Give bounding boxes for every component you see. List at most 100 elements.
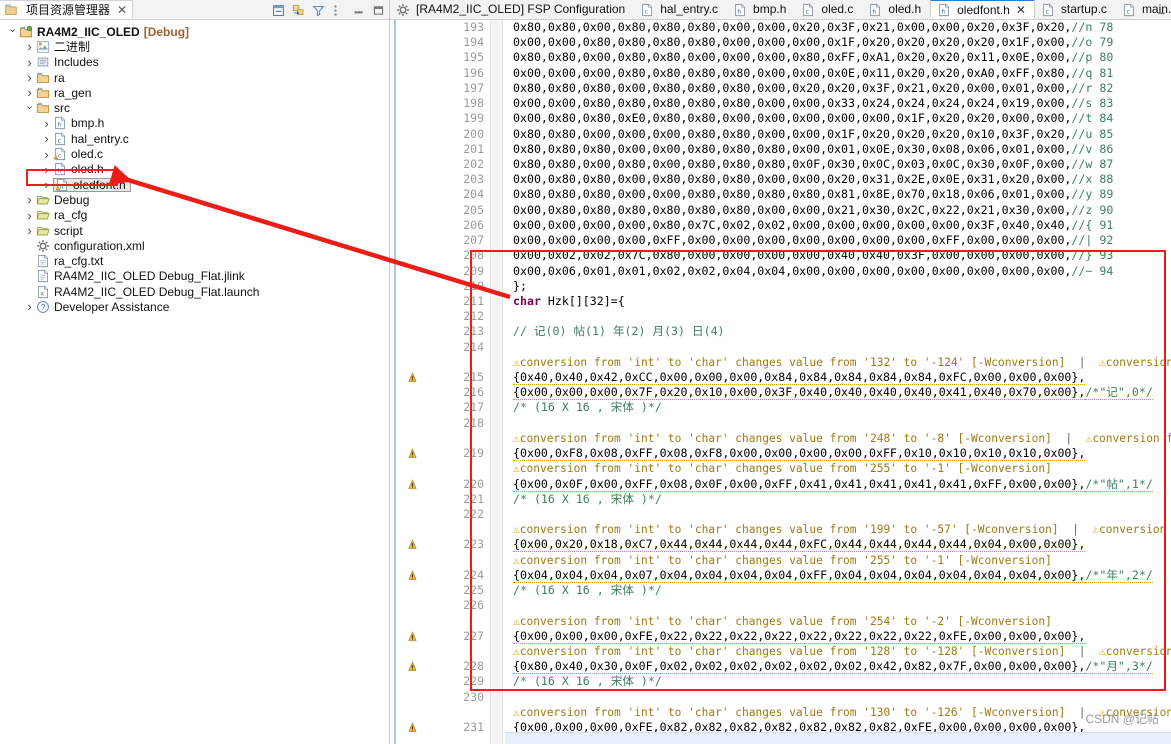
tree-item-oled.c[interactable]: coled.c	[0, 146, 389, 161]
code-line-hex-data[interactable]: {0x00,0x0F,0x00,0xFF,0x08,0x0F,0x00,0xFF…	[513, 477, 1171, 492]
code-line[interactable]: };	[513, 279, 1171, 294]
editor-tab-startup.c[interactable]: cstartup.c	[1035, 0, 1116, 19]
editor-tab-hal_entry.c[interactable]: chal_entry.c	[634, 0, 727, 19]
warning-icon	[408, 448, 417, 459]
code-line-hex-data[interactable]: 0x00,0x02,0x02,0x7C,0x80,0x00,0x00,0x00,…	[513, 248, 1171, 263]
code-line-hex-data[interactable]: 0x00,0x00,0x00,0x00,0x80,0x7C,0x02,0x02,…	[513, 218, 1171, 233]
code-line-hex-data[interactable]: 0x80,0x80,0x00,0x80,0x00,0x80,0x80,0x80,…	[513, 157, 1171, 172]
code-line-hex-data[interactable]: {0x00,0x20,0x18,0xC7,0x44,0x44,0x44,0x44…	[513, 537, 1171, 552]
code-line-hex-data[interactable]: {0x04,0x04,0x04,0x07,0x04,0x04,0x04,0x04…	[513, 568, 1171, 583]
code-line-hex-data[interactable]: 0x00,0x00,0x00,0x80,0x80,0x80,0x80,0x00,…	[513, 66, 1171, 81]
code-line-hex-data[interactable]: 0x00,0x00,0x80,0x80,0x80,0x80,0x80,0x00,…	[513, 96, 1171, 111]
warning-icon: ⚠	[513, 462, 520, 475]
chevron-right-icon[interactable]	[23, 40, 36, 53]
tree-item-ra4m2_iic_oled-debug_flat.jlink[interactable]: RA4M2_IIC_OLED Debug_Flat.jlink	[0, 269, 389, 284]
filter-icon[interactable]	[312, 4, 325, 17]
chevron-right-icon[interactable]	[23, 56, 36, 69]
code-line-hex-data[interactable]: 0x00,0x80,0x80,0xE0,0x80,0x80,0x00,0x00,…	[513, 111, 1171, 126]
tree-item-oled.h[interactable]: holed.h	[0, 162, 389, 177]
code-line-hex-data[interactable]: 0x00,0x80,0x80,0x80,0x80,0x80,0x80,0x00,…	[513, 203, 1171, 218]
editor-tab-oled.c[interactable]: coled.c	[795, 0, 862, 19]
code-line-hex-data[interactable]: 0x80,0x80,0x00,0x80,0x80,0x00,0x00,0x00,…	[513, 50, 1171, 65]
code-line-empty[interactable]	[513, 690, 1171, 705]
tree-item-label: Developer Assistance	[54, 300, 169, 314]
code-line-empty[interactable]	[513, 416, 1171, 431]
link-with-editor-icon[interactable]	[292, 4, 305, 17]
code-line-hex-data[interactable]: 0x80,0x80,0x80,0x00,0x00,0x80,0x80,0x80,…	[513, 187, 1171, 202]
editor-tabbar[interactable]: [RA4M2_IIC_OLED] FSP Configurationchal_e…	[390, 0, 1171, 20]
tree-item-ra_gen[interactable]: ra_gen	[0, 85, 389, 100]
close-icon[interactable]: ✕	[117, 4, 127, 16]
chevron-right-icon[interactable]	[40, 178, 53, 191]
tree-item-includes[interactable]: Includes	[0, 55, 389, 70]
tree-item-ra[interactable]: ra	[0, 70, 389, 85]
view-menu-icon[interactable]	[332, 4, 345, 17]
line-number: 206	[405, 218, 484, 233]
chevron-right-icon[interactable]	[23, 71, 36, 84]
code-line-hex-data[interactable]: 0x80,0x80,0x80,0x00,0x00,0x80,0x80,0x80,…	[513, 142, 1171, 157]
chevron-right-icon[interactable]	[40, 148, 53, 161]
tree-item-ra4m2_iic_oled-debug_flat.launch[interactable]: xRA4M2_IIC_OLED Debug_Flat.launch	[0, 284, 389, 299]
code-line-hex-data[interactable]: 0x00,0x80,0x80,0x00,0x80,0x80,0x80,0x00,…	[513, 172, 1171, 187]
chevron-right-icon[interactable]	[23, 193, 36, 206]
chevron-right-icon[interactable]	[23, 86, 36, 99]
tree-item-ra_cfg.txt[interactable]: ra_cfg.txt	[0, 253, 389, 268]
code-line-hex-data[interactable]: {0x00,0x00,0x00,0xFE,0x22,0x22,0x22,0x22…	[513, 629, 1171, 644]
tree-item-src[interactable]: src	[0, 100, 389, 115]
chevron-right-icon[interactable]	[23, 300, 36, 313]
code-line-comment[interactable]: /* (16 X 16 , 宋体 )*/	[513, 583, 1171, 598]
editor-tab-oledfont.h[interactable]: holedfont.h✕	[930, 0, 1035, 19]
code-line-comment[interactable]: /* (16 X 16 , 宋体 )*/	[513, 400, 1171, 415]
editor-tab-oled.h[interactable]: holed.h	[862, 0, 930, 19]
gear-icon	[396, 3, 409, 16]
code-content[interactable]: 0x80,0x80,0x00,0x80,0x80,0x80,0x00,0x00,…	[503, 20, 1171, 744]
tree-item-debug[interactable]: Debug	[0, 192, 389, 207]
chevron-right-icon[interactable]	[23, 209, 36, 222]
tree-item-bmp.h[interactable]: hbmp.h	[0, 116, 389, 131]
code-line-hex-data[interactable]: {0x40,0x40,0x42,0xCC,0x00,0x00,0x00,0x84…	[513, 370, 1171, 385]
tab-project-explorer[interactable]: 项目资源管理器 ✕	[0, 0, 133, 19]
code-line-empty[interactable]	[513, 309, 1171, 324]
chevron-right-icon[interactable]	[40, 132, 53, 145]
code-folding-column[interactable]	[490, 20, 503, 744]
code-line-hex-data[interactable]: 0x00,0x00,0x00,0x00,0xFF,0x00,0x00,0x00,…	[513, 233, 1171, 248]
code-line-declaration[interactable]: char Hzk[][32]={	[513, 294, 1171, 309]
code-line-empty[interactable]	[513, 507, 1171, 522]
editor-tab-bmp.h[interactable]: hbmp.h	[727, 0, 795, 19]
tree-item-hal_entry.c[interactable]: chal_entry.c	[0, 131, 389, 146]
close-icon[interactable]: ✕	[1016, 3, 1026, 17]
code-line-hex-data[interactable]: 0x80,0x80,0x00,0x00,0x00,0x80,0x80,0x00,…	[513, 127, 1171, 142]
code-line-hex-data[interactable]: 0x00,0x00,0x80,0x80,0x80,0x80,0x00,0x00,…	[513, 35, 1171, 50]
tree-item-ra_cfg[interactable]: ra_cfg	[0, 208, 389, 223]
maximize-icon[interactable]	[372, 4, 385, 17]
code-line-hex-data[interactable]: 0x00,0x06,0x01,0x01,0x02,0x02,0x04,0x04,…	[513, 264, 1171, 279]
tree-item-configuration.xml[interactable]: configuration.xml	[0, 238, 389, 253]
code-line-hex-data[interactable]: 0x80,0x80,0x00,0x80,0x80,0x80,0x00,0x00,…	[513, 20, 1171, 35]
editor-tab--ra4m2_iic_oled--fsp-configuration[interactable]: [RA4M2_IIC_OLED] FSP Configuration	[390, 0, 634, 19]
tree-item-oledfont.h[interactable]: holedfont.h	[0, 177, 389, 192]
tree-item-script[interactable]: script	[0, 223, 389, 238]
code-line-comment[interactable]: // 记(0) 帖(1) 年(2) 月(3) 日(4)	[513, 324, 1171, 339]
project-tree[interactable]: RA4M2_IIC_OLED[Debug]二进制Includesrara_gen…	[0, 20, 389, 315]
code-line-empty[interactable]	[513, 598, 1171, 613]
code-line-empty[interactable]	[513, 340, 1171, 355]
line-number-value: 202	[463, 157, 484, 171]
minimize-icon[interactable]	[352, 4, 365, 17]
collapse-all-icon[interactable]	[272, 4, 285, 17]
code-line-comment[interactable]: /* (16 X 16 , 宋体 )*/	[513, 674, 1171, 689]
warning-icon: ⚠	[513, 706, 520, 719]
code-line-comment[interactable]: /* (16 X 16 , 宋体 )*/	[513, 492, 1171, 507]
chevron-right-icon[interactable]	[40, 163, 53, 176]
chevron-down-icon[interactable]	[6, 26, 19, 37]
tree-item-ra4m2_iic_oled[interactable]: RA4M2_IIC_OLED[Debug]	[0, 24, 389, 39]
chevron-right-icon[interactable]	[40, 117, 53, 130]
code-line-hex-data[interactable]: {0x80,0x40,0x30,0x0F,0x02,0x02,0x02,0x02…	[513, 659, 1171, 674]
chevron-right-icon[interactable]	[23, 224, 36, 237]
tree-item----[interactable]: 二进制	[0, 39, 389, 54]
code-line-hex-data[interactable]: 0x80,0x80,0x80,0x00,0x80,0x80,0x80,0x00,…	[513, 81, 1171, 96]
tree-item-developer-assistance[interactable]: ?Developer Assistance	[0, 299, 389, 314]
code-line-hex-data[interactable]: {0x00,0x00,0x00,0x7F,0x20,0x10,0x00,0x3F…	[513, 385, 1171, 400]
editor-minimize-icon[interactable]	[1157, 3, 1166, 12]
code-line-hex-data[interactable]: {0x00,0xF8,0x08,0xFF,0x08,0xF8,0x00,0x00…	[513, 446, 1171, 461]
chevron-down-icon[interactable]	[23, 103, 36, 114]
